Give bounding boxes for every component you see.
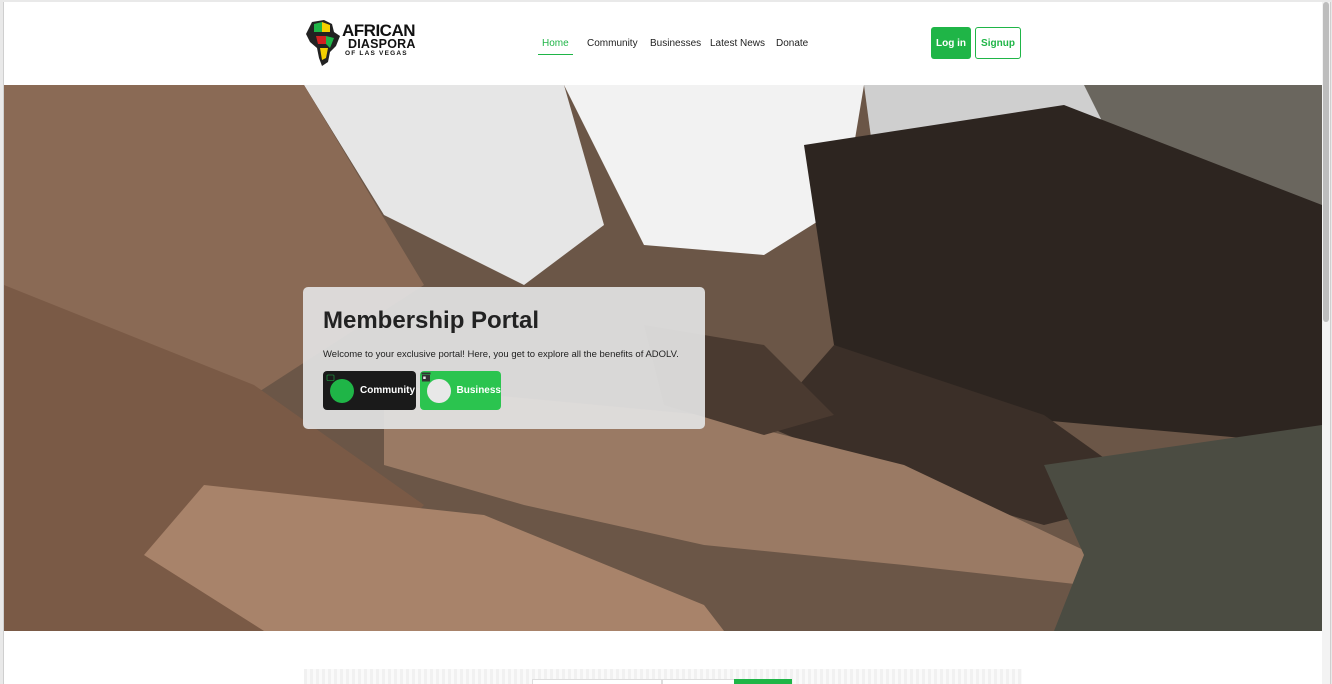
business-button[interactable]: Business [420, 371, 501, 410]
scrollbar-thumb[interactable] [1323, 2, 1329, 322]
africa-map-icon [306, 20, 340, 66]
nav-businesses[interactable]: Businesses [650, 38, 701, 49]
community-button-label: Community [360, 385, 415, 396]
page-title: Membership Portal [323, 307, 540, 334]
nav-donate[interactable]: Donate [776, 38, 808, 49]
bottom-submit-button[interactable] [734, 679, 792, 684]
nav-active-underline [538, 54, 573, 55]
bottom-input-2[interactable] [662, 679, 736, 684]
store-icon [421, 372, 451, 403]
bottom-input-1[interactable] [532, 679, 662, 684]
signup-button[interactable]: Signup [975, 27, 1021, 59]
welcome-text: Welcome to your exclusive portal! Here, … [323, 349, 679, 360]
chat-icon [324, 372, 354, 403]
nav-latest-news[interactable]: Latest News [710, 38, 765, 49]
page-scrollbar[interactable] [1322, 2, 1330, 684]
browser-viewport: AFRICAN DIASPORA OF LAS VEGAS Home Commu… [3, 2, 1331, 684]
community-button[interactable]: Community [323, 371, 416, 410]
login-button[interactable]: Log in [931, 27, 971, 59]
logo-text-line3: OF LAS VEGAS [345, 50, 408, 57]
site-logo[interactable]: AFRICAN DIASPORA OF LAS VEGAS [304, 18, 419, 68]
business-button-label: Business [456, 385, 501, 396]
site-header: AFRICAN DIASPORA OF LAS VEGAS Home Commu… [4, 2, 1322, 85]
membership-card: Membership Portal Welcome to your exclus… [303, 287, 705, 429]
hero-banner: Membership Portal Welcome to your exclus… [4, 85, 1322, 631]
nav-home[interactable]: Home [542, 38, 569, 49]
nav-community[interactable]: Community [587, 38, 638, 49]
